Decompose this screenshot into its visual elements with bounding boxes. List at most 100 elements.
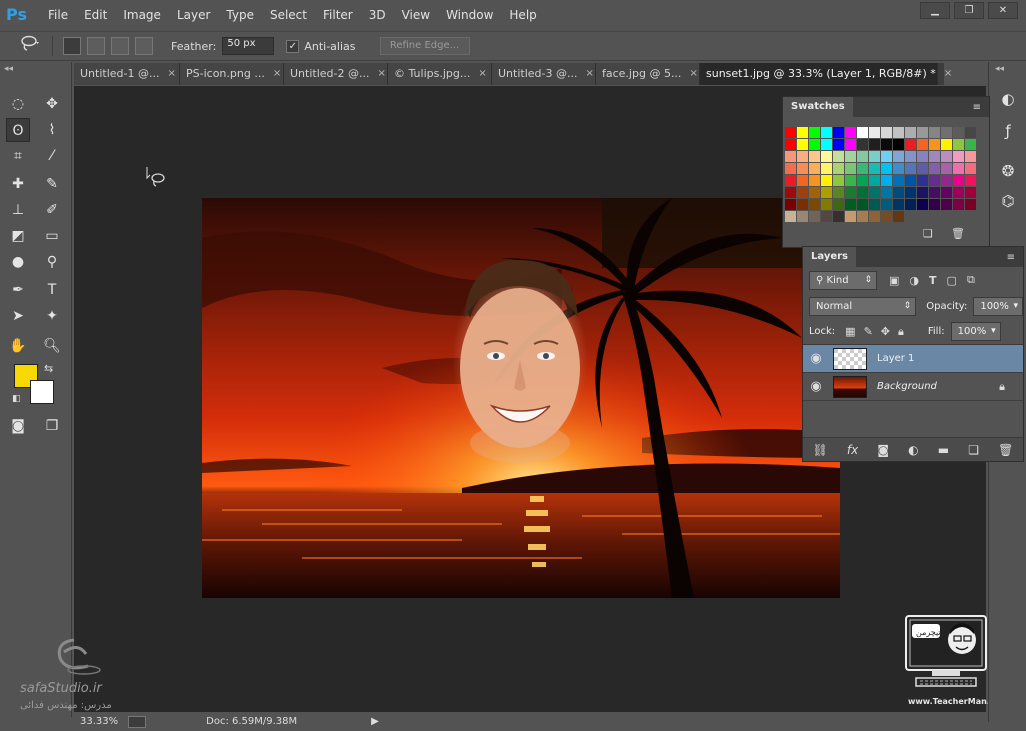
tab-untitled-3[interactable]: Untitled-3 @... × xyxy=(492,63,596,85)
swatch[interactable] xyxy=(785,139,796,150)
layer-row-layer-1[interactable]: ◉ Layer 1 xyxy=(803,345,1023,373)
swatch[interactable] xyxy=(917,139,928,150)
swatch[interactable] xyxy=(881,211,892,222)
swatch[interactable] xyxy=(953,199,964,210)
swatch[interactable] xyxy=(797,127,808,138)
swatch[interactable] xyxy=(953,163,964,174)
swatch[interactable] xyxy=(869,151,880,162)
screen-mode-icon[interactable]: ❐ xyxy=(40,414,64,438)
swatch[interactable] xyxy=(785,127,796,138)
swatch[interactable] xyxy=(965,163,976,174)
fill-input[interactable]: 100% ▾ xyxy=(950,322,1001,341)
path-selection-tool-icon[interactable]: ➤ xyxy=(6,304,30,328)
intersect-selection-icon[interactable] xyxy=(135,37,153,55)
swatch[interactable] xyxy=(797,139,808,150)
swatch[interactable] xyxy=(893,139,904,150)
swatch[interactable] xyxy=(917,163,928,174)
swatch[interactable] xyxy=(797,151,808,162)
swatch[interactable] xyxy=(821,199,832,210)
swatch[interactable] xyxy=(821,163,832,174)
swatch[interactable] xyxy=(905,187,916,198)
restore-button[interactable]: ❐ xyxy=(954,2,984,19)
layer-row-background[interactable]: ◉ Background 🔒︎ xyxy=(803,373,1023,401)
menu-view[interactable]: View xyxy=(402,8,430,22)
swatch[interactable] xyxy=(965,151,976,162)
swatch[interactable] xyxy=(833,211,844,222)
swatch[interactable] xyxy=(809,211,820,222)
dodge-tool-icon[interactable]: ⚲ xyxy=(40,250,64,274)
tab-face[interactable]: face.jpg @ 5... × xyxy=(596,63,700,85)
swatch[interactable] xyxy=(929,187,940,198)
swatch[interactable] xyxy=(833,187,844,198)
swatch[interactable] xyxy=(881,163,892,174)
healing-brush-tool-icon[interactable]: ✚ xyxy=(6,172,30,196)
filter-adjustment-icon[interactable]: ◑ xyxy=(909,274,919,287)
eraser-tool-icon[interactable]: ◩ xyxy=(6,224,30,248)
swatch[interactable] xyxy=(857,211,868,222)
swatch[interactable] xyxy=(857,199,868,210)
eye-visibility-icon[interactable]: ◉ xyxy=(803,351,829,366)
swatch[interactable] xyxy=(869,187,880,198)
minimize-button[interactable]: ▁ xyxy=(920,2,950,19)
color-channels-icon[interactable]: ❂ xyxy=(995,158,1021,184)
swatch[interactable] xyxy=(917,199,928,210)
swatch[interactable] xyxy=(917,127,928,138)
swatch[interactable] xyxy=(821,187,832,198)
swatch[interactable] xyxy=(857,151,868,162)
blend-mode-dropdown[interactable]: Normal ⇕ xyxy=(809,296,917,316)
swatch[interactable] xyxy=(785,163,796,174)
swatch[interactable] xyxy=(857,163,868,174)
background-color-swatch[interactable] xyxy=(30,380,54,404)
panel-menu-icon[interactable]: ≡ xyxy=(1007,252,1015,263)
status-menu-arrow-icon[interactable]: ▶ xyxy=(371,716,379,727)
swatch[interactable] xyxy=(953,175,964,186)
swatch[interactable] xyxy=(785,199,796,210)
swatch[interactable] xyxy=(809,199,820,210)
filter-shape-icon[interactable]: ▢ xyxy=(947,274,957,287)
status-icon[interactable] xyxy=(128,715,147,728)
swatch[interactable] xyxy=(869,139,880,150)
menu-layer[interactable]: Layer xyxy=(177,8,210,22)
layer-style-fx-icon[interactable]: fx xyxy=(847,443,858,457)
swatch[interactable] xyxy=(869,163,880,174)
feather-input[interactable]: 50 px xyxy=(222,37,275,55)
swatch[interactable] xyxy=(833,175,844,186)
menu-filter[interactable]: Filter xyxy=(323,8,353,22)
anti-alias-checkbox[interactable]: ✓ xyxy=(286,39,300,53)
swatch[interactable] xyxy=(821,211,832,222)
history-brush-tool-icon[interactable]: ✐ xyxy=(40,198,64,222)
swatch[interactable] xyxy=(893,199,904,210)
swatch[interactable] xyxy=(929,175,940,186)
lock-position-icon[interactable]: ✥ xyxy=(881,325,890,338)
lock-all-icon[interactable]: 🔒︎ xyxy=(898,325,904,339)
tab-sunset1[interactable]: sunset1.jpg @ 33.3% (Layer 1, RGB/8#) * × xyxy=(700,63,952,85)
swatch[interactable] xyxy=(797,199,808,210)
blur-tool-icon[interactable]: ● xyxy=(6,250,30,274)
swatch[interactable] xyxy=(821,127,832,138)
new-selection-icon[interactable] xyxy=(63,37,81,55)
swatch[interactable] xyxy=(797,211,808,222)
swatch[interactable] xyxy=(833,127,844,138)
swatch[interactable] xyxy=(869,199,880,210)
link-layers-icon[interactable]: ⛓ xyxy=(813,443,828,457)
default-colors-icon[interactable]: ◧ xyxy=(12,394,21,404)
swatch[interactable] xyxy=(965,139,976,150)
delete-swatch-icon[interactable]: 🗑︎ xyxy=(951,227,965,240)
swatch[interactable] xyxy=(869,211,880,222)
swatch[interactable] xyxy=(845,139,856,150)
swatch[interactable] xyxy=(905,199,916,210)
adjustments-icon[interactable]: ◐ xyxy=(995,86,1021,112)
swatch[interactable] xyxy=(833,151,844,162)
swatch[interactable] xyxy=(893,187,904,198)
swatch[interactable] xyxy=(917,151,928,162)
swatch[interactable] xyxy=(941,139,952,150)
tab-close-icon[interactable]: × xyxy=(377,63,385,85)
new-layer-icon[interactable]: ❏ xyxy=(968,443,979,457)
swatch[interactable] xyxy=(881,127,892,138)
swatch[interactable] xyxy=(953,127,964,138)
swatch[interactable] xyxy=(929,127,940,138)
pen-tool-icon[interactable]: ✒ xyxy=(6,278,30,302)
tab-untitled-2[interactable]: Untitled-2 @... × xyxy=(284,63,388,85)
swatch[interactable] xyxy=(893,175,904,186)
swatch[interactable] xyxy=(941,175,952,186)
